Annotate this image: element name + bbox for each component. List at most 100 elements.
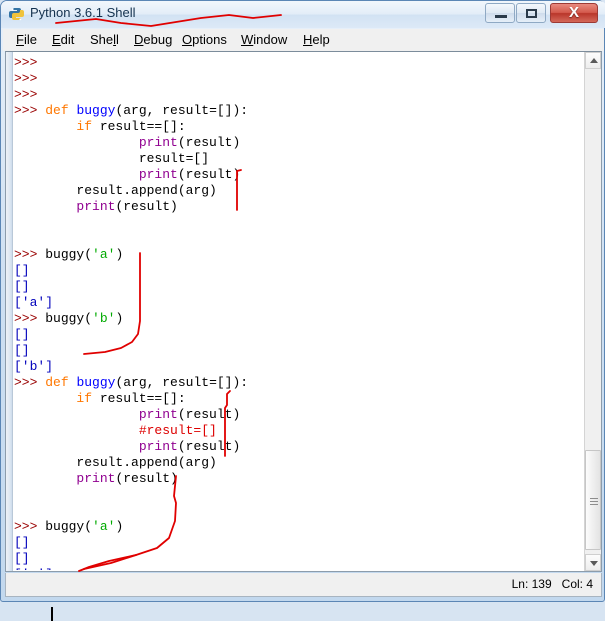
shell-output-lines[interactable]: >>> >>> >>> >>> def buggy(arg, result=[]… [14, 55, 574, 570]
menu-mnemonic: l [113, 32, 117, 47]
vertical-scrollbar[interactable] [584, 52, 601, 571]
token-plain: result==[]: [99, 391, 186, 406]
shell-line: [] [14, 327, 574, 343]
close-icon: X [568, 4, 579, 21]
shell-line: [] [14, 343, 574, 359]
shell-line: ['a'] [14, 567, 574, 570]
menu-mnemonic: F [16, 32, 24, 47]
shell-line: [] [14, 551, 574, 567]
chevron-up-icon [590, 58, 598, 63]
menu-item-options[interactable]: Options [179, 31, 230, 51]
token-prompt: >>> [14, 247, 46, 262]
token-builtin: print [138, 135, 178, 150]
python-shell-window: Python 3.6.1 Shell X File Edit Shell Debug O… [0, 0, 605, 621]
token-plain: (result) [115, 471, 178, 486]
scroll-down-button[interactable] [585, 554, 601, 571]
menu-mnemonic: H [303, 32, 313, 47]
token-plain: result.append(arg) [14, 455, 217, 470]
token-prompt: >>> [14, 311, 46, 326]
shell-line: if result==[]: [14, 119, 574, 135]
token-out: ['a'] [14, 567, 53, 570]
shell-line: result=[] [14, 151, 574, 167]
shell-line: >>> buggy('b') [14, 311, 574, 327]
token-prompt: >>> [14, 375, 46, 390]
token-out: [] [14, 279, 30, 294]
shell-line: print(result) [14, 167, 574, 183]
shell-line: >>> [14, 71, 574, 87]
status-bar: Ln: 139 Col: 4 [5, 573, 602, 597]
token-plain: result=[] [14, 151, 210, 166]
token-plain: (result) [115, 199, 178, 214]
chevron-down-icon [590, 561, 598, 566]
token-plain: (result) [177, 167, 241, 182]
shell-line: >>> [14, 87, 574, 103]
token-def: buggy [76, 103, 116, 118]
maximize-icon [526, 9, 537, 18]
menu-item-help[interactable]: Help [300, 31, 333, 51]
scroll-up-button[interactable] [585, 52, 601, 69]
text-caret [51, 607, 53, 621]
minimize-icon [495, 15, 507, 18]
menu-item-edit[interactable]: Edit [49, 31, 77, 51]
token-plain: buggy( [45, 311, 93, 326]
token-kw: if [76, 391, 100, 406]
shell-line: ['b'] [14, 359, 574, 375]
menu-mnemonic: O [182, 32, 193, 47]
scrollbar-thumb[interactable] [585, 450, 601, 550]
menu-item-shell[interactable]: Shell [87, 31, 122, 51]
shell-line: print(result) [14, 471, 574, 487]
token-plain: ) [115, 519, 124, 534]
menu-item-window[interactable]: Window [238, 31, 290, 51]
token-plain: result==[]: [99, 119, 186, 134]
token-str: 'a' [92, 247, 116, 262]
token-plain: (result) [177, 439, 241, 454]
shell-text-area[interactable]: >>> >>> >>> >>> def buggy(arg, result=[]… [5, 51, 602, 621]
maximize-button[interactable] [516, 3, 546, 23]
shell-line: print(result) [14, 199, 574, 215]
shell-line: >>> buggy('a') [14, 519, 574, 535]
window-title: Python 3.6.1 Shell [30, 5, 136, 20]
shell-line: #result=[] [14, 423, 574, 439]
shell-line: >>> def buggy(arg, result=[]): [14, 103, 574, 119]
token-out: ['b'] [14, 359, 54, 374]
token-prompt: >>> [14, 55, 46, 70]
menu-mnemonic: D [134, 32, 144, 47]
shell-line: result.append(arg) [14, 183, 574, 199]
menu-mnemonic: W [241, 32, 254, 47]
token-plain: (arg, result=[]): [115, 375, 249, 390]
token-plain: ) [115, 247, 124, 262]
token-out: [] [14, 327, 30, 342]
token-prompt: >>> [14, 519, 46, 534]
cursor-position-label: Ln: 139 Col: 4 [511, 577, 593, 591]
close-button[interactable]: X [550, 3, 598, 23]
menu-item-file[interactable]: File [13, 31, 40, 51]
token-kw: if [76, 119, 100, 134]
token-builtin: print [138, 439, 178, 454]
token-def: buggy [76, 375, 116, 390]
token-plain: (arg, result=[]): [115, 103, 249, 118]
shell-line: [] [14, 279, 574, 295]
token-plain: (result) [177, 407, 241, 422]
minimize-button[interactable] [485, 3, 515, 23]
token-str: 'a' [92, 519, 116, 534]
title-bar[interactable]: Python 3.6.1 Shell X [1, 1, 605, 28]
menu-item-debug[interactable]: Debug [131, 31, 175, 51]
shell-line: print(result) [14, 135, 574, 151]
token-out: [] [14, 343, 30, 358]
shell-line: ['a'] [14, 295, 574, 311]
grip-line [590, 498, 598, 499]
menu-mnemonic: E [52, 32, 61, 47]
shell-line: >>> buggy('a') [14, 247, 574, 263]
menu-bar: File Edit Shell Debug Options Window Help [3, 29, 604, 51]
